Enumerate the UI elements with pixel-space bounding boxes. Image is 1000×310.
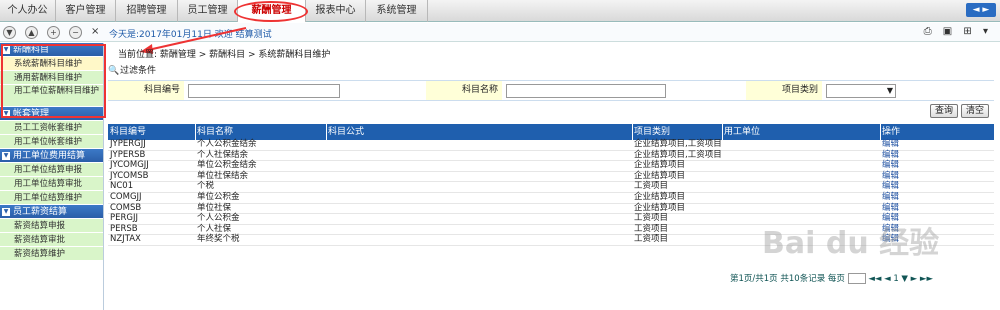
filter-header: 🔍 过滤条件 <box>108 64 994 78</box>
col-divider <box>722 124 723 140</box>
table-row: COMSB 单位社保 企业结算项目 编辑 <box>108 202 994 215</box>
code-input[interactable] <box>188 84 340 98</box>
cell-name: 单位社保 <box>197 202 232 213</box>
watermark: Bai du 经验 <box>762 226 940 261</box>
remove-icon[interactable]: − <box>69 26 82 39</box>
collapse-icon[interactable]: ▼ <box>3 26 16 39</box>
highlight-box <box>1 44 106 118</box>
filter-title: 过滤条件 <box>120 66 157 76</box>
cell-type: 企业结算项目 <box>634 191 686 202</box>
sidebar-item-unit-declare[interactable]: 用工单位结算申报 <box>0 163 103 177</box>
close-icon[interactable]: × <box>91 26 99 37</box>
cell-name: 单位公积金结余 <box>197 160 257 171</box>
sidebar-item-salary-approve[interactable]: 薪资结算审批 <box>0 233 103 247</box>
sidebar-group-unit-settlement[interactable]: ▼ 用工单位费用结算 <box>0 149 103 163</box>
cell-type: 工资项目 <box>634 234 669 245</box>
tab-personal-office[interactable]: 个人办公 <box>0 0 56 22</box>
edit-link[interactable]: 编辑 <box>882 192 899 203</box>
edit-link[interactable]: 编辑 <box>882 203 899 214</box>
cell-name: 个人公积金 <box>197 213 240 224</box>
table-row: JYCOMSB 单位社保结余 企业结算项目 编辑 <box>108 170 994 183</box>
cell-code: JYCOMSB <box>110 170 149 181</box>
col-unit: 用工单位 <box>724 127 761 137</box>
name-label: 科目名称 <box>426 81 502 100</box>
col-divider <box>880 124 881 140</box>
highlight-circle <box>234 1 308 22</box>
pager-nav[interactable]: ◄◄ ◄ 1 ▼ ► ►► <box>868 274 933 284</box>
top-nav-bar: 个人办公 客户管理 招聘管理 员工管理 薪酬管理 报表中心 系统管理 ◄ ► <box>0 0 1000 22</box>
col-divider <box>195 124 196 140</box>
table-header: 科目编号 科目名称 科目公式 项目类别 用工单位 操作 <box>108 124 994 140</box>
cell-name: 年终奖个税 <box>197 234 240 245</box>
back-forward-icon[interactable]: ◄ ► <box>966 3 996 17</box>
col-name: 科目名称 <box>197 127 234 137</box>
cell-code: PERGJJ <box>110 213 139 224</box>
search-icon: 🔍 <box>108 66 120 76</box>
type-label: 项目类别 <box>746 81 822 100</box>
cell-type: 工资项目 <box>634 213 669 224</box>
table-row: NC01 个税 工资项目 编辑 <box>108 181 994 193</box>
pager-text: 第1页/共1页 共10条记录 每页 <box>730 274 845 284</box>
cell-name: 单位公积金 <box>197 191 240 202</box>
edit-link[interactable]: 编辑 <box>882 150 899 161</box>
cell-type: 企业结算项目 <box>634 160 686 171</box>
query-button[interactable]: 查询 <box>930 104 958 118</box>
cell-code: JYPERGJJ <box>110 139 146 149</box>
sidebar-item-salary-declare[interactable]: 薪资结算申报 <box>0 219 103 233</box>
col-op: 操作 <box>882 127 901 137</box>
cell-type: 工资项目 <box>634 181 669 192</box>
pager: 第1页/共1页 共10条记录 每页 ◄◄ ◄ 1 ▼ ► ►► <box>730 272 933 284</box>
filter-row: 科目编号 科目名称 项目类别 ▼ <box>108 80 994 101</box>
sidebar-group-label: 员工薪资结算 <box>13 207 68 217</box>
cell-code: COMSB <box>110 202 142 213</box>
edit-link[interactable]: 编辑 <box>882 139 899 150</box>
cell-code: JYCOMGJJ <box>110 160 149 171</box>
sidebar-item-unit-approve[interactable]: 用工单位结算审批 <box>0 177 103 191</box>
cell-name: 个税 <box>197 181 215 192</box>
sidebar-group-salary-settlement[interactable]: ▼ 员工薪资结算 <box>0 205 103 219</box>
edit-link[interactable]: 编辑 <box>882 160 899 171</box>
col-divider <box>326 124 327 140</box>
col-code: 科目编号 <box>110 127 147 137</box>
code-label: 科目编号 <box>108 81 184 100</box>
breadcrumb: 当前位置: 薪酬管理 > 薪酬科目 > 系统薪酬科目维护 <box>118 50 331 60</box>
cell-type: 企业结算项目 <box>634 202 686 213</box>
expand-icon[interactable]: ▲ <box>25 26 38 39</box>
cell-name: 个人公积金结余 <box>197 139 257 149</box>
page-size-select[interactable] <box>847 273 866 284</box>
col-type: 项目类别 <box>634 127 671 137</box>
cell-code: NZJTAX <box>110 234 141 245</box>
sidebar-group-label: 用工单位费用结算 <box>13 151 86 161</box>
cell-name: 个人社保结余 <box>197 149 249 160</box>
add-icon[interactable]: + <box>47 26 60 39</box>
clear-button[interactable]: 清空 <box>961 104 989 118</box>
sidebar-item-wage-account[interactable]: 员工工资帐套维护 <box>0 121 103 135</box>
print-tools-icon[interactable]: ⎙ ▣ ⊞ ▾ <box>924 26 992 37</box>
sidebar-item-unit-maintain[interactable]: 用工单位结算维护 <box>0 191 103 205</box>
tab-recruit[interactable]: 招聘管理 <box>116 0 178 22</box>
cell-type: 企业结算项目,工资项目 <box>634 149 722 160</box>
tab-system[interactable]: 系统管理 <box>366 0 428 22</box>
tab-reports[interactable]: 报表中心 <box>306 0 366 22</box>
col-formula: 科目公式 <box>328 127 365 137</box>
sidebar-item-unit-account[interactable]: 用工单位帐套维护 <box>0 135 103 149</box>
cell-code: NC01 <box>110 181 134 192</box>
chevron-down-icon: ▼ <box>2 152 10 160</box>
cell-type: 企业结算项目,工资项目 <box>634 139 722 149</box>
sidebar-item-salary-maintain[interactable]: 薪资结算维护 <box>0 247 103 261</box>
col-divider <box>632 124 633 140</box>
chevron-down-icon: ▼ <box>2 208 10 216</box>
table-row: COMGJJ 单位公积金 企业结算项目 编辑 <box>108 191 994 204</box>
name-input[interactable] <box>506 84 666 98</box>
cell-code: PERSB <box>110 223 138 234</box>
tab-customer[interactable]: 客户管理 <box>56 0 116 22</box>
cell-code: COMGJJ <box>110 191 142 202</box>
edit-link[interactable]: 编辑 <box>882 181 899 192</box>
type-select[interactable]: ▼ <box>826 84 896 98</box>
tab-employee[interactable]: 员工管理 <box>178 0 238 22</box>
cell-code: JYPERSB <box>110 149 146 160</box>
